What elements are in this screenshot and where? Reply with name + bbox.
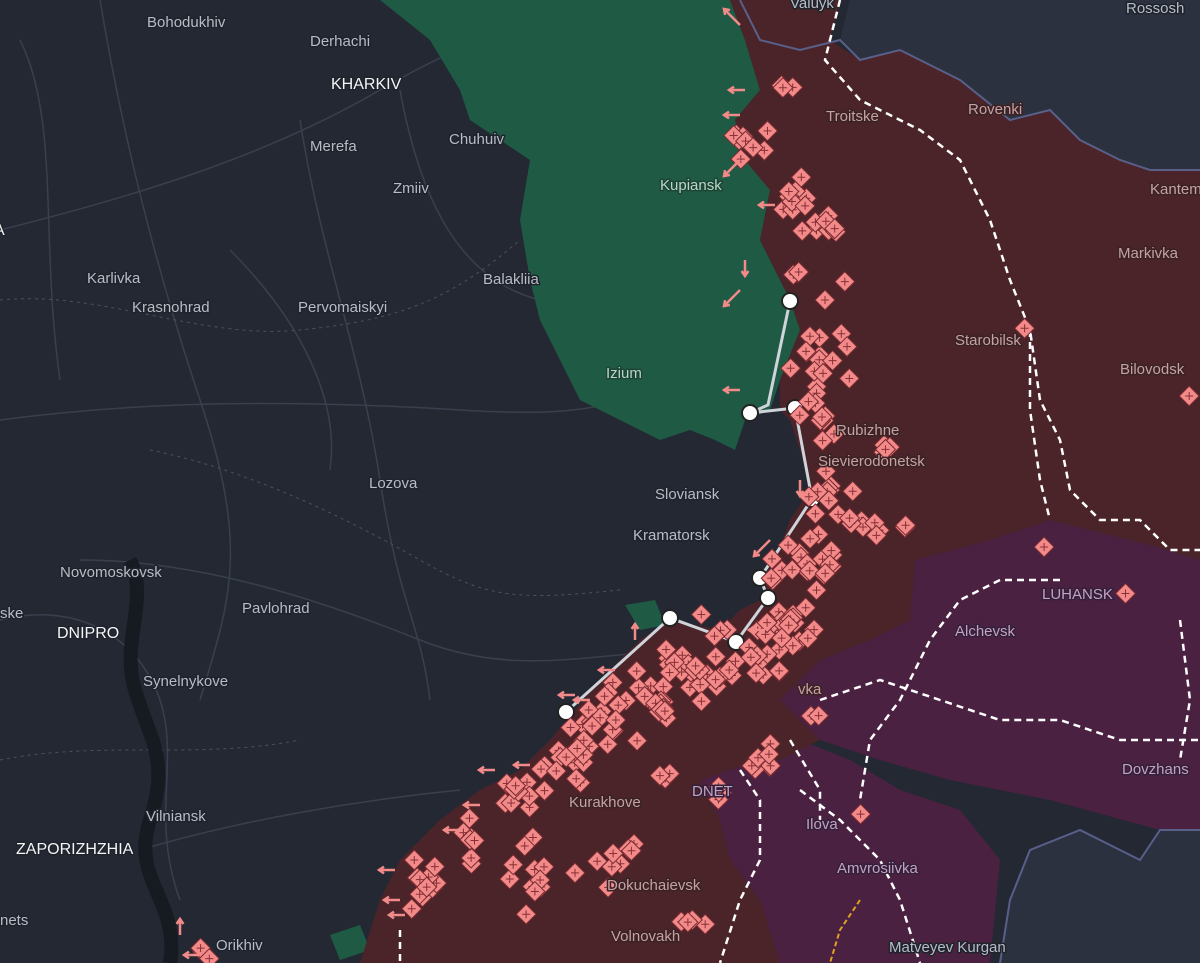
label-bohodukhiv[interactable]: Bohodukhiv bbox=[146, 13, 228, 33]
route-node[interactable] bbox=[759, 589, 777, 607]
label-ilovaisk[interactable]: Ilova bbox=[805, 815, 840, 835]
label-volnovakha[interactable]: Volnovakh bbox=[610, 927, 682, 947]
label-sievierodonetsk[interactable]: Sievierodonetsk bbox=[817, 452, 927, 472]
label-donetsk[interactable]: DNET bbox=[691, 782, 735, 802]
label-karlivka[interactable]: Karlivka bbox=[86, 269, 143, 289]
label-merefa[interactable]: Merefa bbox=[309, 137, 359, 157]
label-izium[interactable]: Izium bbox=[605, 364, 644, 384]
label-sloviansk[interactable]: Sloviansk bbox=[654, 485, 722, 505]
label-dokuchaievsk[interactable]: Dokuchaievsk bbox=[606, 876, 703, 896]
label-rovenki[interactable]: Rovenki bbox=[967, 100, 1024, 120]
label-dovzhansk[interactable]: Dovzhans bbox=[1121, 760, 1191, 780]
label-derhachi[interactable]: Derhachi bbox=[309, 32, 372, 52]
label-kramatorsk[interactable]: Kramatorsk bbox=[632, 526, 712, 546]
label-edge-a[interactable]: A bbox=[0, 221, 7, 241]
label-nets[interactable]: nets bbox=[0, 911, 30, 931]
label-krasnohrad[interactable]: Krasnohrad bbox=[131, 298, 212, 318]
route-node[interactable] bbox=[781, 292, 799, 310]
label-kharkiv[interactable]: KHARKIV bbox=[330, 75, 404, 95]
label-dnipro[interactable]: DNIPRO bbox=[56, 624, 121, 644]
route-node[interactable] bbox=[661, 609, 679, 627]
label-novomoskovsk[interactable]: Novomoskovsk bbox=[59, 563, 164, 583]
label-lozova[interactable]: Lozova bbox=[368, 474, 420, 494]
label-starobilsk[interactable]: Starobilsk bbox=[954, 331, 1023, 351]
label-orikhiv[interactable]: Orikhiv bbox=[215, 936, 265, 956]
label-rossosh[interactable]: Rossosh bbox=[1125, 0, 1186, 19]
label-kupiansk[interactable]: Kupiansk bbox=[659, 176, 724, 196]
route-node[interactable] bbox=[557, 703, 575, 721]
label-zaporizhzhia[interactable]: ZAPORIZHZHIA bbox=[15, 840, 136, 860]
label-synelnykove[interactable]: Synelnykove bbox=[142, 672, 230, 692]
label-amvrosiivka[interactable]: Amvrosiivka bbox=[836, 859, 921, 879]
map-canvas[interactable]: Bohodukhiv Derhachi KHARKIV Chuhuiv Mere… bbox=[0, 0, 1200, 963]
label-pavlohrad[interactable]: Pavlohrad bbox=[241, 599, 312, 619]
label-alchevsk[interactable]: Alchevsk bbox=[954, 622, 1018, 642]
label-zmiiv[interactable]: Zmiiv bbox=[392, 179, 431, 199]
label-bilovodsk[interactable]: Bilovodsk bbox=[1119, 360, 1187, 380]
label-markivka[interactable]: Markivka bbox=[1117, 244, 1181, 264]
route-node[interactable] bbox=[741, 404, 759, 422]
label-rubizhne[interactable]: Rubizhne bbox=[835, 421, 901, 441]
label-balakliia[interactable]: Balakliia bbox=[482, 270, 542, 290]
label-kurakhove[interactable]: Kurakhove bbox=[568, 793, 643, 813]
label-chuhuiv[interactable]: Chuhuiv bbox=[448, 130, 507, 150]
label-valuyki[interactable]: Valuyk bbox=[789, 0, 836, 14]
label-vilniansk[interactable]: Vilniansk bbox=[145, 807, 208, 827]
label-matveyev-kurgan[interactable]: Matveyev Kurgan bbox=[888, 938, 1008, 958]
label-ske[interactable]: ske bbox=[0, 604, 25, 624]
label-troitske[interactable]: Troitske bbox=[825, 107, 881, 127]
label-vka[interactable]: vka bbox=[797, 680, 824, 700]
label-kantem[interactable]: Kantem bbox=[1149, 180, 1200, 200]
label-luhansk[interactable]: LUHANSK bbox=[1041, 585, 1115, 605]
label-pervomaiskyi[interactable]: Pervomaiskyi bbox=[297, 298, 389, 318]
